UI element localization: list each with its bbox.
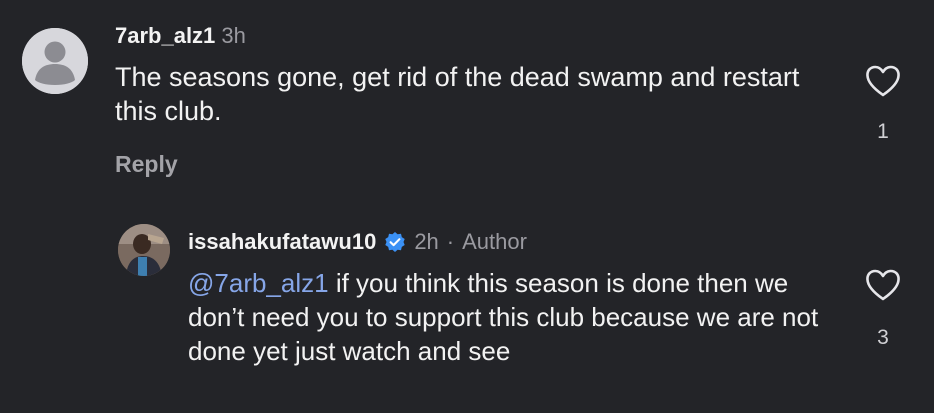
author-label: Author <box>462 229 527 254</box>
heart-outline-icon[interactable] <box>864 64 902 98</box>
reply-header: issahakufatawu10 2h · Author <box>188 228 527 256</box>
meta-separator: · <box>446 229 455 254</box>
avatar[interactable] <box>118 224 170 276</box>
default-avatar-icon[interactable] <box>22 28 88 94</box>
verified-badge-icon <box>384 231 406 253</box>
reply-time: 2h <box>414 229 439 254</box>
heart-outline-icon[interactable] <box>864 268 902 302</box>
like-count: 1 <box>877 120 889 143</box>
comment-header: 7arb_alz1 3h <box>115 22 246 50</box>
comment-time: 3h <box>221 23 246 48</box>
reply-button[interactable]: Reply <box>115 150 178 178</box>
comments-screen: 7arb_alz1 3h The seasons gone, get rid o… <box>0 0 934 413</box>
comment-text: The seasons gone, get rid of the dead sw… <box>115 62 800 126</box>
like-count: 3 <box>877 326 889 349</box>
reply-username[interactable]: issahakufatawu10 <box>188 228 376 256</box>
reply-text: @7arb_alz1 if you think this season is d… <box>188 266 828 368</box>
comment-username[interactable]: 7arb_alz1 <box>115 23 215 48</box>
mention-link[interactable]: @7arb_alz1 <box>188 268 329 298</box>
